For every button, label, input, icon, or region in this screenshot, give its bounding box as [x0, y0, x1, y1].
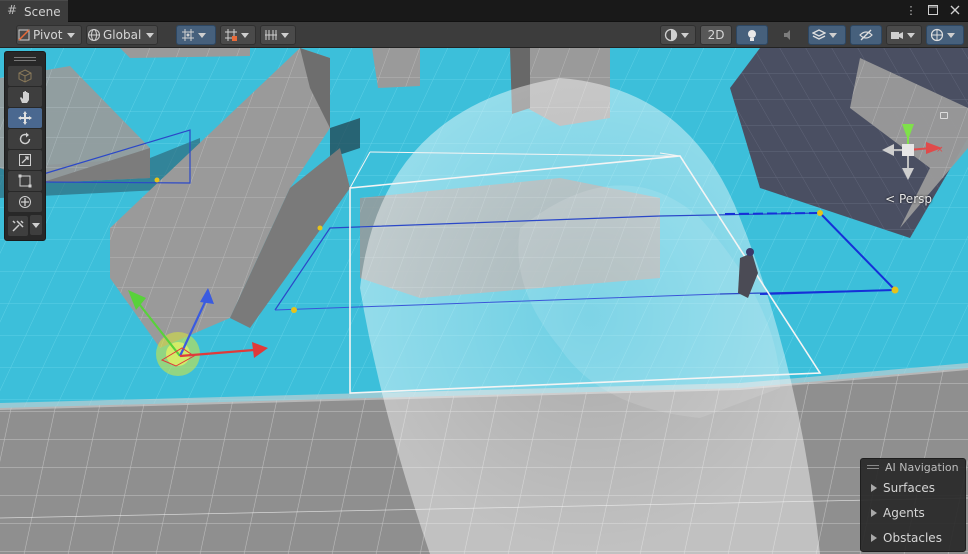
persp-chevron-icon: <	[885, 192, 896, 206]
shading-mode-dropdown[interactable]	[660, 25, 696, 45]
rotate-icon	[19, 132, 31, 145]
grid-snap-toggle[interactable]	[176, 25, 216, 45]
ai-navigation-item-label: Agents	[883, 505, 925, 520]
chevron-down-icon	[241, 32, 249, 38]
expand-arrow-icon	[871, 533, 877, 542]
grid-increment-icon	[224, 28, 238, 42]
svg-text:×: ×	[936, 145, 944, 155]
ai-navigation-item-obstacles[interactable]: Obstacles	[861, 525, 965, 550]
ai-navigation-item-agents[interactable]: Agents	[861, 500, 965, 525]
cube-icon	[18, 69, 32, 83]
grid-snap-icon	[181, 28, 195, 42]
tab-strip: Scene ⋮	[0, 0, 968, 22]
lightbulb-icon	[745, 28, 759, 42]
chevron-down-icon	[67, 32, 76, 38]
scene-render	[0, 48, 968, 554]
persp-text: Persp	[899, 192, 932, 206]
global-label: Global	[103, 28, 142, 42]
move-arrows-icon	[18, 111, 32, 125]
chevron-down-icon	[31, 222, 40, 228]
gizmos-globe-icon	[930, 28, 944, 42]
ai-navigation-item-label: Obstacles	[883, 530, 942, 545]
close-icon[interactable]	[948, 3, 962, 17]
more-options-icon[interactable]: ⋮	[904, 3, 918, 17]
effects-dropdown[interactable]	[808, 25, 846, 45]
chevron-down-icon	[146, 32, 155, 38]
tab-scene[interactable]: Scene	[0, 0, 68, 22]
hand-icon	[20, 91, 29, 103]
camera-settings-dropdown[interactable]	[886, 25, 922, 45]
lock-icon[interactable]	[940, 112, 948, 119]
lighting-toggle[interactable]	[736, 25, 768, 45]
custom-tools-dropdown[interactable]	[29, 215, 42, 235]
grid-visibility-dropdown[interactable]	[260, 25, 296, 45]
tools-wrench-icon	[12, 220, 24, 232]
chevron-down-icon	[198, 32, 206, 38]
toggle-2d-label: 2D	[707, 28, 725, 42]
unity-scene-window: Scene ⋮ Pivot Global	[0, 0, 968, 554]
chevron-down-icon	[947, 32, 955, 38]
scale-tool[interactable]	[8, 150, 42, 170]
effects-layers-icon	[811, 28, 827, 42]
expand-arrow-icon	[871, 483, 877, 492]
hand-tool[interactable]	[8, 87, 42, 107]
snap-increment-dropdown[interactable]	[220, 25, 256, 45]
globe-icon	[87, 28, 101, 42]
camera-icon	[890, 28, 904, 42]
grid-lines-icon	[264, 28, 278, 42]
scale-icon	[19, 154, 31, 166]
scene-toolbar: Pivot Global 2D	[0, 22, 968, 48]
expand-arrow-icon	[871, 508, 877, 517]
scene-viewport[interactable]: × < Persp AI Navigation Surfaces Agents	[0, 48, 968, 554]
pivot-dropdown[interactable]: Pivot	[16, 25, 82, 45]
transform-tool[interactable]	[8, 192, 42, 212]
rect-transform-icon	[18, 174, 32, 188]
audio-toggle[interactable]	[772, 25, 804, 45]
gizmos-dropdown[interactable]	[926, 25, 964, 45]
shading-sphere-icon	[664, 28, 678, 42]
custom-tools-group	[8, 215, 42, 237]
maximize-icon[interactable]	[926, 3, 940, 17]
ai-navigation-title: AI Navigation	[885, 460, 959, 474]
pivot-icon	[17, 28, 31, 42]
audio-muted-icon	[781, 28, 795, 42]
ai-navigation-item-surfaces[interactable]: Surfaces	[861, 475, 965, 500]
rect-tool[interactable]	[8, 171, 42, 191]
transform-icon	[19, 196, 31, 208]
global-dropdown[interactable]: Global	[86, 25, 158, 45]
ai-navigation-overlay[interactable]: AI Navigation Surfaces Agents Obstacles	[860, 458, 966, 552]
rotate-tool[interactable]	[8, 129, 42, 149]
view-cube-tool[interactable]	[8, 66, 42, 86]
chevron-down-icon	[681, 32, 689, 38]
window-controls: ⋮	[904, 3, 962, 17]
ai-navigation-item-label: Surfaces	[883, 480, 935, 495]
pivot-label: Pivot	[33, 28, 63, 42]
toggle-2d-button[interactable]: 2D	[700, 25, 732, 45]
chevron-down-icon	[907, 32, 915, 38]
scene-visibility-toggle[interactable]	[850, 25, 882, 45]
chevron-down-icon	[829, 32, 837, 38]
drag-handle-icon[interactable]	[867, 465, 879, 469]
palette-drag-handle[interactable]	[8, 55, 42, 63]
chevron-down-icon	[281, 32, 289, 38]
hidden-eye-icon	[859, 28, 873, 42]
move-tool[interactable]	[8, 108, 42, 128]
hash-grid-icon	[7, 3, 18, 17]
tab-scene-label: Scene	[24, 4, 61, 19]
ai-navigation-header[interactable]: AI Navigation	[861, 459, 965, 475]
custom-tools-button[interactable]	[8, 216, 28, 236]
tool-palette	[4, 51, 46, 241]
projection-label[interactable]: < Persp	[885, 192, 932, 206]
